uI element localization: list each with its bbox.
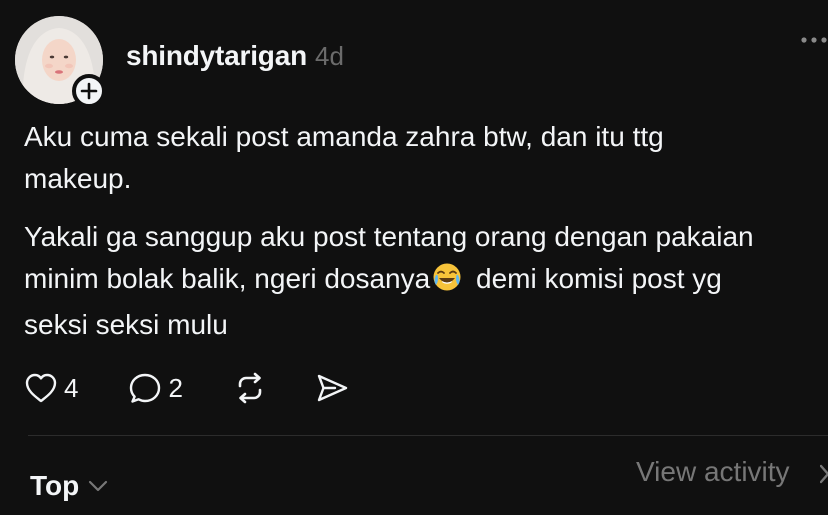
post-text-line: Yakali ga sanggup aku post tentang orang…	[24, 221, 754, 252]
more-horizontal-icon	[801, 37, 827, 43]
post-text-segment: minim bolak balik, ngeri dosanya	[24, 263, 431, 294]
thread-post: shindytarigan 4d Aku cuma sekali post am…	[0, 0, 828, 515]
post-paragraph: Aku cuma sekali post amanda zahra btw, d…	[24, 116, 828, 200]
post-text-segment: demi komisi post yg	[468, 263, 722, 294]
username-link[interactable]: shindytarigan	[126, 40, 307, 72]
post-body: Aku cuma sekali post amanda zahra btw, d…	[24, 116, 828, 362]
chevron-down-icon	[89, 480, 108, 492]
like-button[interactable]: 4	[24, 372, 78, 404]
post-header: shindytarigan 4d	[126, 40, 344, 72]
share-button[interactable]	[315, 372, 349, 404]
follow-button[interactable]	[72, 74, 106, 108]
comment-count: 2	[168, 372, 183, 403]
post-text-line: makeup.	[24, 163, 132, 194]
post-text-line: minim bolak balik, ngeri dosanya demi ko…	[24, 258, 828, 304]
repost-icon	[238, 372, 262, 404]
comment-bubble-icon	[130, 373, 161, 403]
comment-button[interactable]: 2	[128, 372, 183, 404]
sort-dropdown[interactable]: Top	[30, 470, 109, 502]
like-count: 4	[64, 372, 79, 403]
post-paragraph: Yakali ga sanggup aku post tentang orang…	[24, 216, 828, 346]
send-icon	[317, 374, 348, 402]
more-options-button[interactable]	[798, 30, 828, 50]
repost-button[interactable]	[233, 372, 267, 404]
face-with-tears-of-joy-icon	[432, 262, 462, 304]
heart-icon	[25, 373, 57, 403]
divider	[28, 435, 828, 436]
post-text-line: seksi seksi mulu	[24, 309, 228, 340]
post-actions: 4 2	[24, 372, 349, 404]
plus-icon	[80, 82, 98, 100]
chevron-right-icon[interactable]	[819, 462, 828, 491]
sort-label: Top	[30, 470, 80, 501]
view-activity-link[interactable]: View activity	[636, 456, 790, 488]
post-timestamp: 4d	[315, 41, 344, 71]
post-text-line: Aku cuma sekali post amanda zahra btw, d…	[24, 121, 664, 152]
